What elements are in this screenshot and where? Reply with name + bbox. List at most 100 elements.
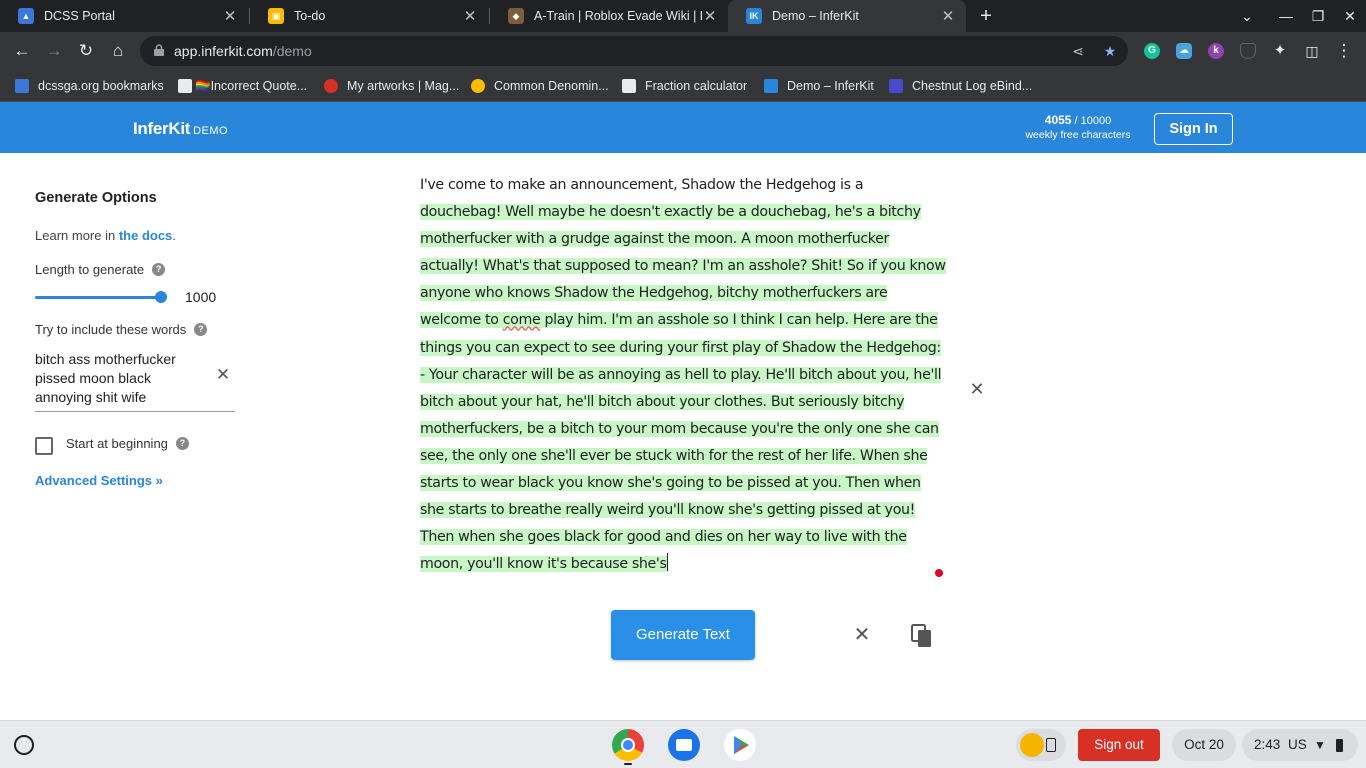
restore-window-icon[interactable]: ❐ bbox=[1308, 6, 1328, 26]
bookmark-label: Common Denomin... bbox=[494, 79, 609, 93]
length-slider-track[interactable] bbox=[35, 296, 161, 299]
tab-to-do[interactable]: ▣ To-do ✕ bbox=[250, 0, 488, 32]
quota-used: 4055 bbox=[1044, 113, 1072, 127]
home-icon[interactable]: ⌂ bbox=[107, 40, 129, 62]
launcher-icon[interactable] bbox=[14, 735, 34, 755]
cloud-extension-icon[interactable]: ☁ bbox=[1176, 43, 1192, 59]
bookmark-incorrect-quote[interactable]: 🏳️‍🌈Incorrect Quote... bbox=[178, 77, 307, 95]
forward-arrow-icon[interactable]: → bbox=[43, 40, 65, 62]
files-app-icon[interactable] bbox=[668, 729, 700, 761]
tab-title: Demo – InferKit bbox=[772, 9, 859, 23]
ebinder-icon bbox=[889, 79, 903, 93]
advanced-settings-link[interactable]: Advanced Settings » bbox=[35, 473, 163, 488]
docs-prefix: Learn more in bbox=[35, 228, 119, 243]
close-tab-icon[interactable]: ✕ bbox=[462, 7, 478, 25]
grammarly-icon[interactable]: G bbox=[1144, 43, 1160, 59]
logo-text: InferKit bbox=[133, 119, 191, 138]
bookmark-common-denominator[interactable]: Common Denomin... bbox=[471, 77, 609, 95]
minimize-icon[interactable]: — bbox=[1276, 6, 1296, 26]
help-icon[interactable]: ? bbox=[175, 437, 189, 450]
tab-strip: ▲ DCSS Portal ✕ ▣ To-do ✕ ◆ A-Train | Ro… bbox=[0, 0, 1366, 32]
docs-line: Learn more in the docs. bbox=[35, 228, 176, 243]
extensions-puzzle-icon[interactable]: ✦ bbox=[1269, 40, 1291, 62]
start-at-beginning-checkbox[interactable] bbox=[35, 437, 53, 455]
clear-text-icon[interactable]: ✕ bbox=[852, 625, 872, 645]
reload-icon[interactable]: ↻ bbox=[75, 40, 97, 62]
wiki-favicon-icon: ◆ bbox=[508, 8, 524, 24]
options-title: Generate Options bbox=[35, 190, 157, 206]
emoji-avatar-icon bbox=[1020, 733, 1044, 757]
misspelled-word: come bbox=[502, 312, 541, 329]
close-editor-icon[interactable]: ✕ bbox=[968, 380, 986, 398]
quota-label: weekly free characters bbox=[1025, 129, 1131, 141]
close-window-icon[interactable]: ✕ bbox=[1340, 6, 1360, 26]
inferkit-logo[interactable]: InferKit DEMO bbox=[133, 119, 228, 139]
recording-dot-icon bbox=[935, 569, 943, 577]
tab-search-chevron-icon[interactable]: ⌄ bbox=[1237, 6, 1257, 26]
length-label: Length to generate ? bbox=[35, 262, 166, 277]
bookmark-label: Demo – InferKit bbox=[787, 79, 874, 93]
address-bar[interactable]: app.inferkit.com/demo ⋖ ★ bbox=[140, 36, 1128, 66]
status-tray[interactable]: 2:43 US ▼ bbox=[1242, 729, 1358, 761]
include-words-input[interactable]: bitch ass motherfucker pissed moon black… bbox=[35, 350, 235, 412]
phone-hub-icon bbox=[1046, 738, 1056, 752]
bookmark-star-icon[interactable]: ★ bbox=[1102, 43, 1118, 59]
bookmark-label: Fraction calculator bbox=[645, 79, 748, 93]
play-store-icon[interactable] bbox=[724, 729, 756, 761]
tab-title: To-do bbox=[294, 9, 326, 23]
words-label: Try to include these words ? bbox=[35, 322, 208, 337]
share-icon[interactable]: ⋖ bbox=[1070, 43, 1086, 59]
bookmark-my-artworks[interactable]: My artworks | Mag... bbox=[324, 77, 459, 95]
bookmark-chestnut-log[interactable]: Chestnut Log eBind... bbox=[889, 77, 1032, 95]
bookmark-demo-inferkit[interactable]: Demo – InferKit bbox=[764, 77, 874, 95]
close-tab-icon[interactable]: ✕ bbox=[702, 7, 718, 25]
generated-text-part-1: douchebag! Well maybe he doesn't exactly… bbox=[420, 204, 946, 329]
sign-in-button[interactable]: Sign In bbox=[1154, 113, 1233, 145]
generate-text-button[interactable]: Generate Text bbox=[611, 610, 755, 660]
bookmark-label: My artworks | Mag... bbox=[347, 79, 460, 93]
length-slider-thumb[interactable] bbox=[155, 291, 167, 303]
lightning-icon bbox=[471, 79, 485, 93]
battery-icon bbox=[1336, 739, 1343, 752]
copy-icon[interactable] bbox=[911, 624, 933, 648]
tab-a-train[interactable]: ◆ A-Train | Roblox Evade Wiki | Far ✕ bbox=[490, 0, 728, 32]
notification-tray[interactable] bbox=[1016, 729, 1066, 761]
bookmark-fraction-calculator[interactable]: Fraction calculator bbox=[622, 77, 747, 95]
generated-text-part-2: play him. I'm an asshole so I think I ca… bbox=[420, 312, 942, 573]
tab-dcss-portal[interactable]: ▲ DCSS Portal ✕ bbox=[0, 0, 248, 32]
bookmark-label: dcssga.org bookmarks bbox=[38, 79, 164, 93]
character-quota: 4055 / 10000 weekly free characters bbox=[1020, 113, 1136, 142]
bookmark-dcssga[interactable]: dcssga.org bookmarks bbox=[15, 77, 164, 95]
browser-toolbar: ← → ↻ ⌂ app.inferkit.com/demo ⋖ ★ G ☁ k … bbox=[0, 32, 1366, 70]
tab-demo-inferkit[interactable]: IK Demo – InferKit ✕ bbox=[728, 0, 966, 32]
prompt-editor[interactable]: I've come to make an announcement, Shado… bbox=[420, 172, 948, 578]
start-label: Start at beginning ? bbox=[66, 436, 189, 451]
side-panel-icon[interactable]: ◫ bbox=[1301, 40, 1323, 62]
shield-extension-icon[interactable] bbox=[1240, 43, 1256, 59]
locale-label: US bbox=[1288, 737, 1307, 752]
back-arrow-icon[interactable]: ← bbox=[11, 40, 33, 62]
classroom-favicon-icon: ▣ bbox=[268, 8, 284, 24]
clock-time: 2:43 bbox=[1254, 737, 1281, 752]
start-label-text[interactable]: Start at beginning bbox=[66, 436, 168, 451]
help-icon[interactable]: ? bbox=[194, 323, 208, 336]
os-shelf: Sign out Oct 20 2:43 US ▼ bbox=[0, 720, 1366, 768]
dcss-favicon-icon: ▲ bbox=[18, 8, 34, 24]
close-tab-icon[interactable]: ✕ bbox=[940, 7, 956, 25]
docs-suffix: . bbox=[172, 228, 176, 243]
date-tray[interactable]: Oct 20 bbox=[1172, 729, 1236, 761]
tab-title: A-Train | Roblox Evade Wiki | Far bbox=[534, 9, 702, 23]
length-value: 1000 bbox=[185, 289, 217, 305]
running-indicator bbox=[624, 763, 632, 765]
menu-kebab-icon[interactable]: ⋮ bbox=[1333, 40, 1355, 62]
close-tab-icon[interactable]: ✕ bbox=[222, 7, 238, 25]
sign-out-button[interactable]: Sign out bbox=[1078, 729, 1160, 761]
text-caret bbox=[666, 553, 668, 572]
new-tab-plus-icon[interactable]: + bbox=[976, 6, 996, 26]
help-icon[interactable]: ? bbox=[152, 263, 166, 276]
tab-title: DCSS Portal bbox=[44, 9, 115, 23]
docs-link[interactable]: the docs bbox=[119, 228, 172, 243]
kami-icon[interactable]: k bbox=[1208, 43, 1224, 59]
clear-words-icon[interactable]: ✕ bbox=[215, 366, 231, 383]
chrome-app-icon[interactable] bbox=[612, 729, 644, 761]
